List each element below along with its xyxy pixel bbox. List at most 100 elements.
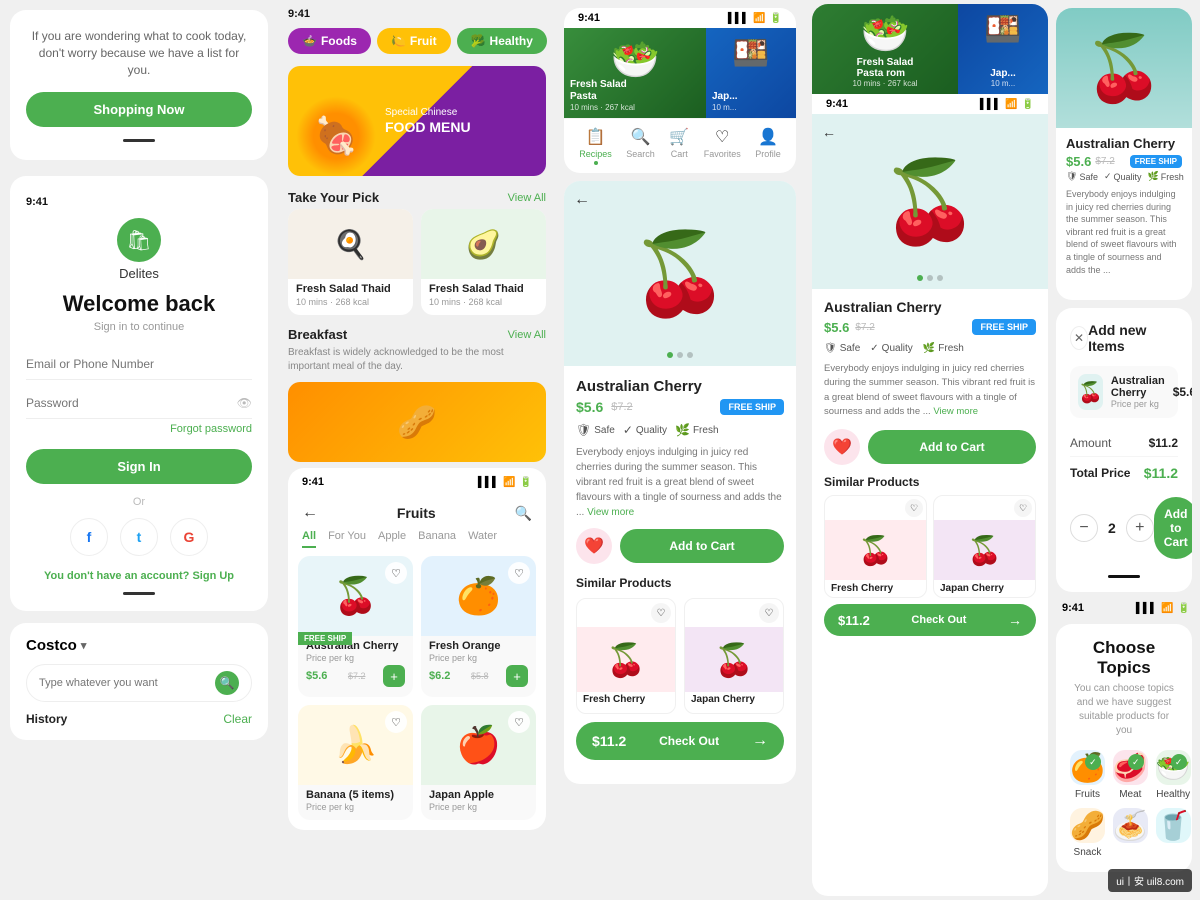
recipe-time: 9:41: [578, 12, 600, 24]
fruit-item-cherry[interactable]: ♡ 🍒 FREE SHIP Australian Cherry Price pe…: [298, 556, 413, 697]
search-submit-button[interactable]: 🔍: [215, 671, 239, 695]
topic-fruits[interactable]: 🍊 ✓ Fruits: [1070, 750, 1105, 800]
similar-fresh-cherry[interactable]: ♡ 🍒 Fresh Cherry: [576, 598, 676, 714]
filter-all[interactable]: All: [302, 530, 316, 548]
cherry-tag-safe: 🛡 Safe: [824, 343, 860, 354]
facebook-login-button[interactable]: f: [70, 518, 108, 556]
recipe-side-image[interactable]: Jap... 10 m...: [706, 28, 796, 118]
add-to-cart-button[interactable]: Add to Cart: [620, 529, 784, 563]
chevron-down-icon[interactable]: ▾: [81, 639, 87, 652]
cherry-similar-japan[interactable]: ♡ 🍒 Japan Cherry: [933, 495, 1036, 598]
fruits-title: Fruits: [318, 505, 515, 521]
japan-apple-favorite-button[interactable]: ♡: [508, 711, 530, 733]
cherry-product-price: $5.6: [824, 320, 849, 335]
orange-favorite-button[interactable]: ♡: [508, 562, 530, 584]
cherry-back-button[interactable]: ←: [822, 124, 836, 140]
fruit-item-orange[interactable]: ♡ 🍊 Fresh Orange Price per kg $6.2 $5.8 …: [421, 556, 536, 697]
cherry-heart-button[interactable]: ❤️: [824, 429, 860, 465]
filter-for-you[interactable]: For You: [328, 530, 366, 548]
product-back-button[interactable]: ←: [574, 191, 590, 209]
similar-fav-2[interactable]: ♡: [759, 603, 779, 623]
fruits-back-button[interactable]: ←: [302, 504, 318, 522]
filter-apple[interactable]: Apple: [378, 530, 406, 548]
breakfast-view-all[interactable]: View All: [508, 329, 546, 341]
nav-item-cart[interactable]: 🛒 Cart: [669, 127, 689, 165]
google-login-button[interactable]: G: [170, 518, 208, 556]
nav-item-favorites[interactable]: ♡ Favorites: [704, 127, 741, 165]
cherry-similar-grid: ♡ 🍒 Fresh Cherry ♡ 🍒 Japan Cherry: [824, 495, 1036, 598]
column-4b: 🍒 Australian Cherry $5.6 $7.2 FREE SHIP …: [1052, 0, 1200, 900]
fruit-item-japan-apple[interactable]: ♡ 🍎 Japan Apple Price per kg: [421, 705, 536, 820]
similar-fav-1[interactable]: ♡: [651, 603, 671, 623]
topics-wifi: 📶: [1161, 603, 1173, 614]
cherry-view-more-link[interactable]: View more: [933, 406, 978, 417]
similar-japan-cherry[interactable]: ♡ 🍒 Japan Cherry: [684, 598, 784, 714]
japan-cherry-name: Japan Cherry: [685, 692, 783, 707]
filter-banana[interactable]: Banana: [418, 530, 456, 548]
take-your-pick-view-all[interactable]: View All: [508, 192, 546, 204]
email-input[interactable]: [26, 349, 252, 380]
topic-meat[interactable]: 🥩 ✓ Meat: [1113, 750, 1148, 800]
orange-add-cart-button[interactable]: +: [506, 665, 528, 687]
fruit-item-banana[interactable]: ♡ 🍌 Banana (5 items) Price per kg: [298, 705, 413, 820]
nav-item-search[interactable]: 🔍 Search: [626, 127, 655, 165]
cherry-add-cart-button[interactable]: Add to Cart: [868, 430, 1036, 464]
banner-indicator: [123, 139, 155, 142]
cherry-product-tags: 🛡 Safe ✓ Quality 🌿 Fresh: [824, 343, 1036, 354]
modal-header: ✕ Add new Items: [1070, 322, 1178, 354]
cherry-favorite-button[interactable]: ♡: [385, 562, 407, 584]
topic-snack[interactable]: 🥜 Snack: [1070, 808, 1105, 858]
cherry-add-cart-button[interactable]: +: [383, 665, 405, 687]
cart-nav-icon: 🛒: [669, 127, 689, 147]
fresh-salad-pasta-image[interactable]: Fresh SaladPasta 10 mins · 267 kcal: [564, 28, 706, 118]
shopping-now-button[interactable]: Shopping Now: [26, 92, 252, 127]
modal-product-image: 🍒: [1078, 374, 1103, 410]
checkout-bar[interactable]: $11.2 Check Out →: [576, 722, 784, 760]
japan-apple-per: Price per kg: [421, 802, 536, 812]
watermark: ui丨安 uil8.com: [1108, 869, 1192, 892]
tab-fruit[interactable]: 🍋 Fruit: [377, 28, 451, 54]
modal-amount-line: Amount $11.2: [1070, 430, 1178, 457]
nav-item-recipes[interactable]: 📋 Recipes: [579, 127, 612, 165]
cherry-similar-fav-2[interactable]: ♡: [1014, 499, 1032, 517]
search-bar: 🔍: [26, 664, 252, 702]
twitter-login-button[interactable]: t: [120, 518, 158, 556]
food-card-egg[interactable]: 🍳 Fresh Salad Thaid 10 mins · 268 kcal: [288, 209, 413, 315]
modal-add-to-cart-button[interactable]: Add to Cart: [1154, 497, 1192, 559]
food-card-avocado[interactable]: 🥑 Fresh Salad Thaid 10 mins · 268 kcal: [421, 209, 546, 315]
forgot-password-link[interactable]: Forgot password: [26, 423, 252, 435]
fruits-search-button[interactable]: 🔍: [515, 505, 532, 522]
column-2: 9:41 🍲 Foods 🍋 Fruit 🥦 Healthy Special C…: [278, 0, 556, 900]
tag-fresh: 🌿 Fresh: [675, 423, 719, 437]
tab-healthy[interactable]: 🥦 Healthy: [457, 28, 547, 54]
banana-favorite-button[interactable]: ♡: [385, 711, 407, 733]
csi-fresh-cherry-image: 🍒: [825, 520, 926, 580]
search-input[interactable]: [39, 677, 215, 689]
cherry-battery: 🔋: [1022, 99, 1034, 110]
dot-3: [687, 352, 693, 358]
qty-decrease-button[interactable]: −: [1070, 514, 1098, 542]
cherry-similar-fresh[interactable]: ♡ 🍒 Fresh Cherry: [824, 495, 927, 598]
topic-pasta[interactable]: 🍝: [1113, 808, 1148, 858]
signin-button[interactable]: Sign In: [26, 449, 252, 484]
product-old-price: $7.2: [611, 401, 632, 413]
heart-favorite-button[interactable]: ❤️: [576, 528, 612, 564]
qty-increase-button[interactable]: +: [1126, 514, 1154, 542]
password-input[interactable]: [26, 388, 237, 418]
breakfast-description: Breakfast is widely acknowledged to be t…: [288, 346, 546, 374]
cherry-checkout-bar[interactable]: $11.2 Check Out →: [824, 604, 1036, 636]
view-more-link[interactable]: View more: [587, 507, 634, 518]
nav-item-profile[interactable]: 👤 Profile: [755, 127, 781, 165]
filter-water[interactable]: Water: [468, 530, 497, 548]
clear-history-button[interactable]: Clear: [223, 712, 252, 726]
topic-healthy[interactable]: 🥗 ✓ Healthy: [1156, 750, 1191, 800]
topic-drink[interactable]: 🥤: [1156, 808, 1191, 858]
eye-icon[interactable]: 👁: [237, 396, 252, 410]
signup-link[interactable]: Sign Up: [192, 570, 234, 582]
password-row: 👁: [26, 388, 252, 419]
modal-product-price: $5.6: [1173, 385, 1192, 399]
recipe-meta-side: 10 m...: [991, 79, 1015, 88]
cherry-similar-fav-1[interactable]: ♡: [905, 499, 923, 517]
tab-foods[interactable]: 🍲 Foods: [288, 28, 371, 54]
modal-close-button[interactable]: ✕: [1070, 326, 1088, 350]
